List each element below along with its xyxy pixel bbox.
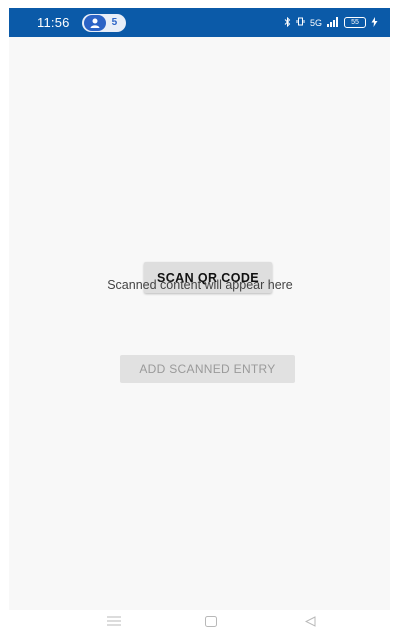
back-icon[interactable] <box>302 614 318 628</box>
add-scanned-entry-button[interactable]: ADD SCANNED ENTRY <box>120 355 295 383</box>
home-icon[interactable] <box>203 614 219 628</box>
bluetooth-icon <box>284 16 291 29</box>
charging-icon <box>371 16 378 29</box>
status-time: 11:56 <box>37 15 70 30</box>
navigation-bar <box>0 610 400 633</box>
screen: 11:56 5 5G 55 SCAN QR CODE ADD SCANNED E… <box>0 0 400 633</box>
scanned-content-text: Scanned content will appear here <box>107 278 293 292</box>
app-body: SCAN QR CODE ADD SCANNED ENTRY <box>9 37 390 610</box>
status-indicators: 5G 55 <box>284 16 378 29</box>
user-icon <box>83 14 106 31</box>
notification-pill[interactable]: 5 <box>81 13 126 32</box>
status-bar: 11:56 5 5G 55 <box>9 8 390 37</box>
notification-count: 5 <box>111 17 118 28</box>
menu-icon[interactable] <box>106 614 122 628</box>
vibrate-icon <box>296 17 305 28</box>
network-label: 5G <box>309 17 322 28</box>
signal-icon <box>327 16 339 29</box>
battery-icon: 55 <box>344 17 366 28</box>
